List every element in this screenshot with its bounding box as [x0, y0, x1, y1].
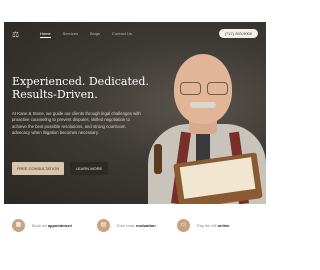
nav-link-blogs[interactable]: Blogs	[90, 31, 100, 38]
feature-label: Book an appointment	[32, 223, 72, 228]
scales-of-justice-icon[interactable]: ⚖	[12, 31, 22, 39]
document-icon: ▤	[97, 219, 110, 232]
phone-button[interactable]: (717) 263-9000	[218, 29, 258, 38]
calendar-icon: ▦	[12, 219, 25, 232]
feature-label: Free case evaluation	[117, 223, 156, 228]
portrait-pipe	[154, 144, 162, 174]
top-navigation: ⚖ Home Services Blogs Contact Us (717) 2…	[4, 22, 266, 48]
attorney-portrait	[134, 32, 266, 204]
hero-headline-line-1: Experienced. Dedicated.	[12, 75, 149, 88]
hero-headline-line-2: Results-Driven.	[12, 88, 98, 101]
nav-link-home[interactable]: Home	[40, 31, 51, 38]
nav-links: Home Services Blogs Contact Us	[40, 31, 132, 38]
portrait-mustache	[190, 102, 216, 108]
feature-strip: ▦ Book an appointment ▤ Free case evalua…	[4, 204, 266, 248]
hero-section: ⚖ Home Services Blogs Contact Us (717) 2…	[4, 22, 266, 204]
learn-more-button[interactable]: LEARN MORE	[70, 162, 108, 175]
nav-link-contact[interactable]: Contact Us	[112, 31, 132, 38]
feature-label: Pay the bill online	[197, 223, 230, 228]
page-frame: ⚖ Home Services Blogs Contact Us (717) 2…	[4, 22, 266, 248]
credit-card-icon: ▭	[177, 219, 190, 232]
nav-link-services[interactable]: Services	[63, 31, 78, 38]
portrait-glasses	[180, 82, 228, 95]
hero-intro-text: At Kane & Stone, we guide our clients th…	[12, 111, 141, 136]
hero-headline: Experienced. Dedicated. Results-Driven.	[12, 75, 149, 101]
free-consultation-button[interactable]: FREE CONSULTATION	[12, 162, 64, 175]
